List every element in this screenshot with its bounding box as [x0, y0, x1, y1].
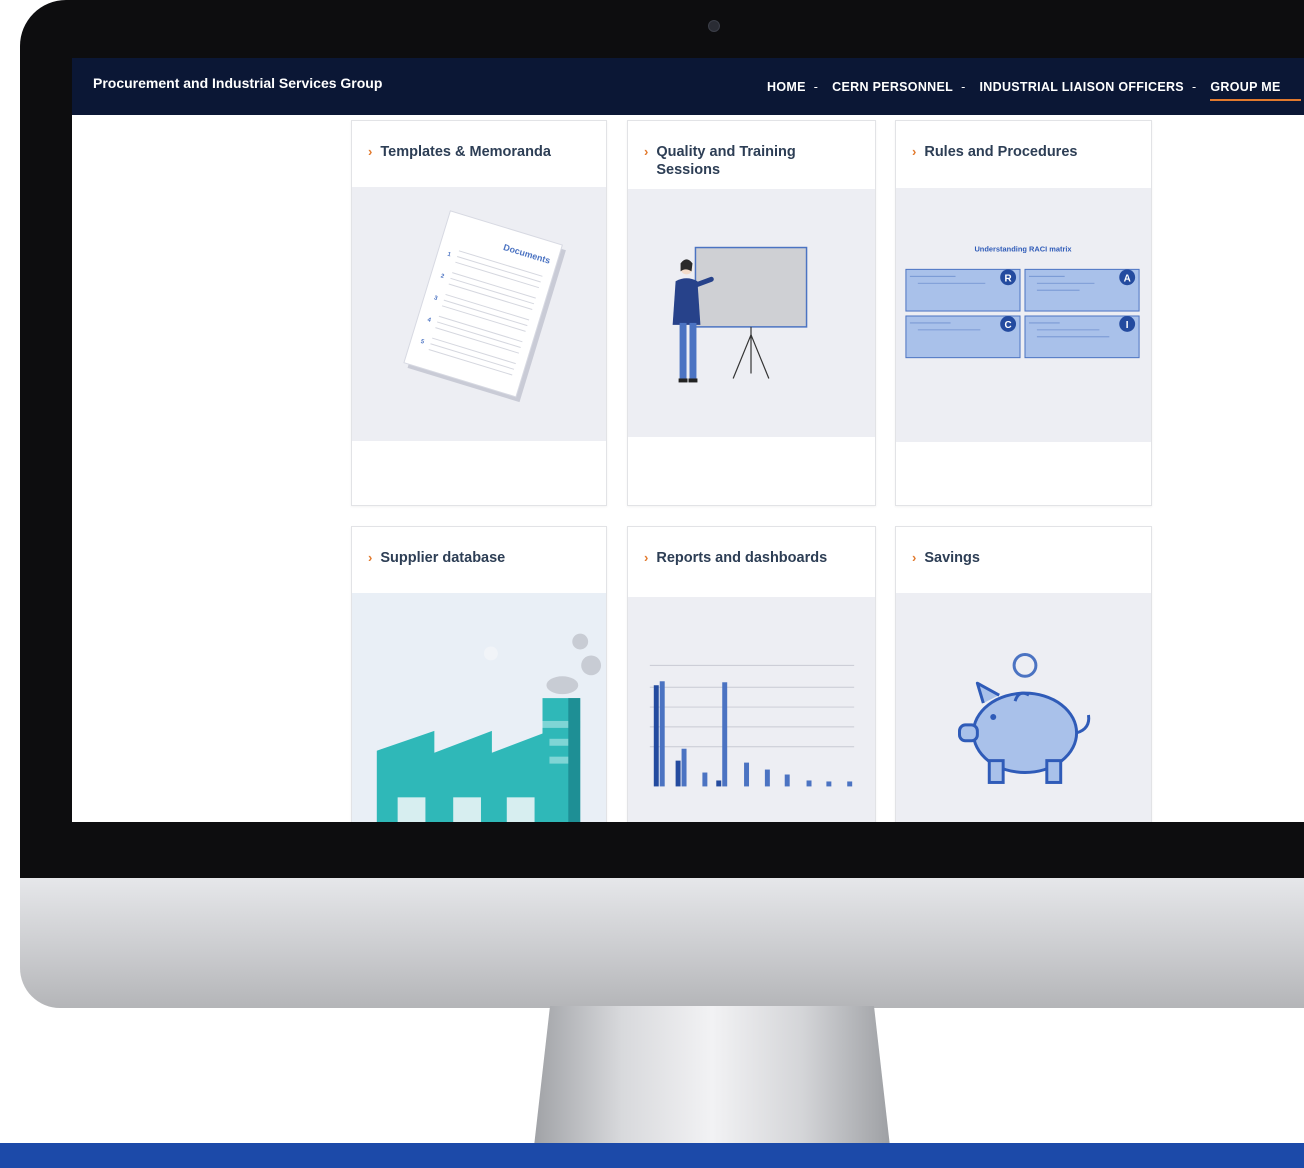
nav-label: INDUSTRIAL LIAISON OFFICERS — [979, 80, 1184, 94]
page: Procurement and Industrial Services Grou… — [0, 0, 1304, 1168]
main-nav: HOME - CERN PERSONNEL - INDUSTRIAL LIAIS… — [767, 80, 1301, 101]
chevron-right-icon: › — [368, 144, 373, 159]
nav-label: HOME — [767, 80, 806, 94]
chevron-right-icon: › — [912, 550, 917, 565]
nav-item-industrial-liaison-officers[interactable]: INDUSTRIAL LIAISON OFFICERS - — [980, 80, 1197, 94]
piggy-bank-icon — [958, 652, 1091, 784]
card-title[interactable]: › Quality and Training Sessions — [644, 143, 861, 179]
monitor-stand — [532, 1006, 892, 1164]
dropdown-caret: - — [813, 80, 819, 94]
chevron-right-icon: › — [644, 550, 649, 565]
bar-chart-icon — [649, 664, 855, 787]
dropdown-caret: - — [1191, 80, 1197, 94]
card-title[interactable]: › Templates & Memoranda — [368, 143, 592, 161]
svg-text:Understanding RACI matrix: Understanding RACI matrix — [974, 244, 1072, 253]
screen: Procurement and Industrial Services Grou… — [72, 58, 1304, 822]
card-quality-training[interactable]: › Quality and Training Sessions — [627, 120, 876, 506]
nav-item-group-members[interactable]: GROUP ME — [1210, 80, 1301, 101]
factory-illustration — [352, 593, 606, 822]
raci-matrix-icon: Understanding RACI matrix R A C I — [905, 244, 1140, 359]
training-presenter-illustration — [628, 189, 875, 437]
bar-chart-illustration — [628, 597, 875, 822]
documents-icon: Documents 1 2 3 4 5 — [403, 210, 566, 403]
nav-item-cern-personnel[interactable]: CERN PERSONNEL - — [832, 80, 965, 94]
chevron-right-icon: › — [644, 144, 649, 159]
card-reports-dashboards[interactable]: › Reports and dashboards — [627, 526, 876, 822]
svg-text:A: A — [1124, 273, 1131, 284]
svg-text:C: C — [1005, 320, 1012, 331]
nav-item-home[interactable]: HOME - — [767, 80, 818, 94]
card-title[interactable]: › Rules and Procedures — [912, 143, 1137, 161]
card-title[interactable]: › Reports and dashboards — [644, 549, 861, 567]
card-title[interactable]: › Savings — [912, 549, 1137, 567]
chevron-right-icon: › — [912, 144, 917, 159]
card-title[interactable]: › Supplier database — [368, 549, 592, 567]
chevron-right-icon: › — [368, 550, 373, 565]
factory-icon — [376, 633, 602, 822]
site-brand[interactable]: Procurement and Industrial Services Grou… — [93, 75, 382, 91]
svg-text:I: I — [1126, 320, 1129, 331]
card-supplier-database[interactable]: › Supplier database — [351, 526, 607, 822]
top-navbar: Procurement and Industrial Services Grou… — [72, 58, 1304, 115]
piggy-bank-illustration — [896, 593, 1151, 822]
bottom-blue-band — [0, 1143, 1304, 1168]
dropdown-caret: - — [961, 80, 966, 94]
monitor-chin — [20, 878, 1304, 1008]
svg-text:R: R — [1005, 273, 1012, 284]
presenter-icon — [672, 246, 808, 383]
nav-label: GROUP ME — [1210, 80, 1281, 94]
documents-illustration: Documents 1 2 3 4 5 — [352, 187, 606, 441]
card-savings[interactable]: › Savings — [895, 526, 1152, 822]
camera-icon — [708, 20, 720, 32]
card-rules-procedures[interactable]: › Rules and Procedures Understanding RACI… — [895, 120, 1152, 506]
nav-label: CERN PERSONNEL — [832, 80, 954, 94]
raci-matrix-illustration: Understanding RACI matrix R A C I — [896, 188, 1151, 442]
card-templates-memoranda[interactable]: › Templates & Memoranda Documents 1 2 3 4… — [351, 120, 607, 506]
